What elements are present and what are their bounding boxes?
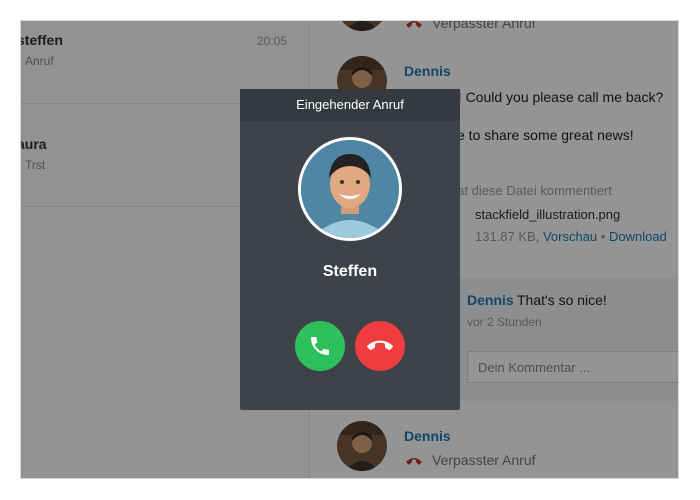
caller-name: Steffen (322, 263, 378, 280)
phone-icon (311, 337, 329, 355)
app-window: steffen 20:05 Anruf aura Trst Verpasster… (20, 20, 679, 479)
incoming-call-dialog: Eingehender Anruf Steffen (240, 89, 460, 410)
accept-call-button[interactable] (295, 321, 345, 371)
dialog-title: Eingehender Anruf (240, 89, 460, 121)
phone-hangup-icon (367, 340, 393, 351)
decline-call-button[interactable] (355, 321, 405, 371)
caller-avatar (298, 137, 402, 241)
